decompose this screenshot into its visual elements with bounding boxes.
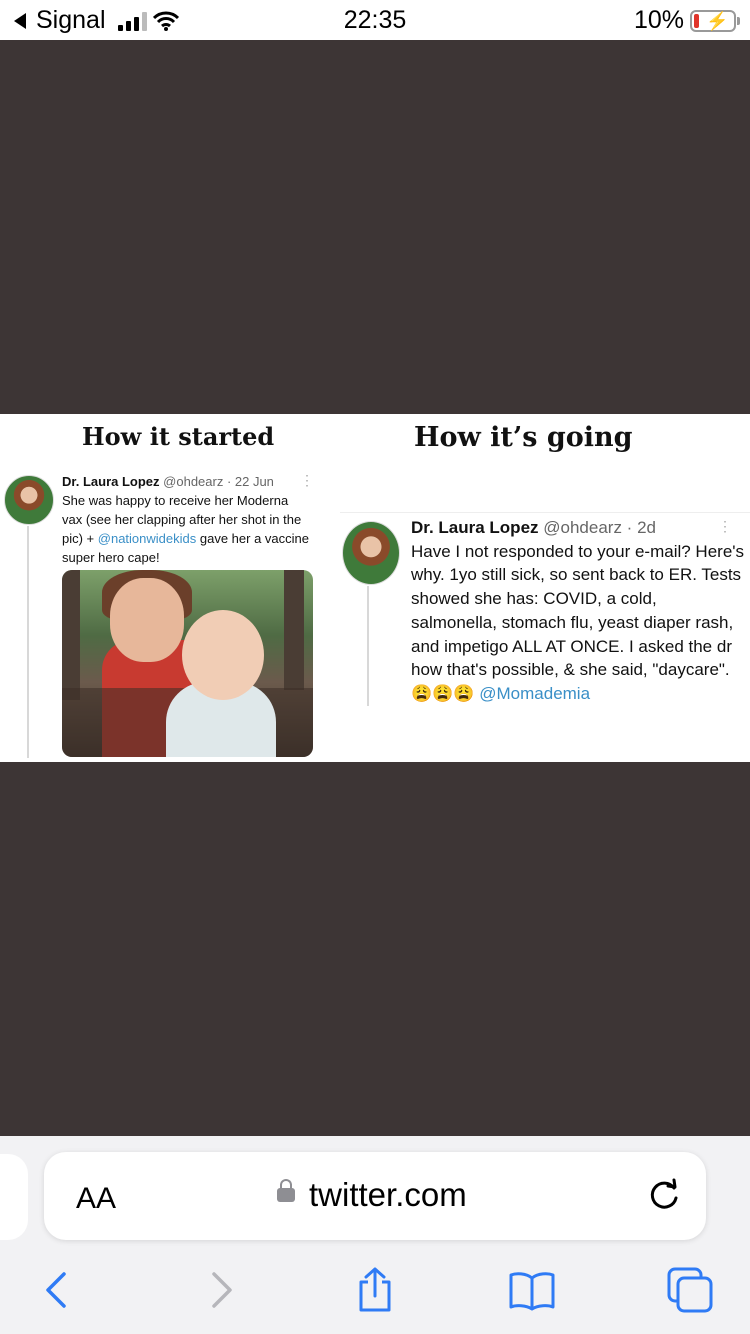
browser-toolbar: AA twitter.com <box>0 1136 750 1334</box>
left-tweet: Dr. Laura Lopez @ohdearz · 22 Jun She wa… <box>62 472 312 567</box>
meme-image[interactable]: How it started How it’s going Dr. Laura … <box>0 414 750 762</box>
lock-icon <box>277 1179 295 1202</box>
more-icon: ⋮ <box>718 518 732 534</box>
thread-line <box>367 586 369 706</box>
status-bar: Signal 22:35 10% ⚡ <box>0 0 750 40</box>
avatar <box>4 475 54 525</box>
more-icon: ⋮ <box>300 472 314 488</box>
thread-line <box>27 526 29 758</box>
tweet-text: She was happy to receive her Moderna vax… <box>62 493 309 565</box>
tweet-text: Have I not responded to your e-mail? Her… <box>411 541 745 703</box>
tweet-author-name: Dr. Laura Lopez <box>62 474 160 489</box>
forward-icon[interactable] <box>196 1266 244 1314</box>
emoji-group: 😩😩😩 <box>411 683 475 703</box>
reload-icon[interactable] <box>644 1174 684 1214</box>
address-bar[interactable]: AA twitter.com <box>44 1152 706 1240</box>
battery-percent: 10% <box>633 6 684 34</box>
bookmarks-icon[interactable] <box>508 1266 556 1314</box>
previous-tab-peek[interactable] <box>0 1154 28 1240</box>
how-its-going-heading: How it’s going <box>414 422 633 453</box>
url-text[interactable]: twitter.com <box>309 1176 467 1214</box>
battery-status: 10% ⚡ <box>633 6 740 35</box>
tweet-meta: @ohdearz · 22 Jun <box>163 474 274 489</box>
tweet-photo <box>62 570 313 757</box>
how-it-started-heading: How it started <box>82 422 275 451</box>
back-icon[interactable] <box>34 1266 82 1314</box>
mention-link: @Momademia <box>479 683 591 703</box>
reader-options-button[interactable]: AA <box>76 1182 116 1216</box>
battery-icon: ⚡ <box>690 9 740 32</box>
right-tweet: Dr. Laura Lopez @ohdearz · 2d Have I not… <box>411 516 746 706</box>
tweet-meta: @ohdearz · 2d <box>543 518 656 537</box>
tabs-icon[interactable] <box>666 1266 714 1314</box>
tweet-author-name: Dr. Laura Lopez <box>411 518 539 537</box>
share-icon[interactable] <box>351 1266 399 1314</box>
avatar <box>342 521 400 585</box>
divider <box>340 512 750 513</box>
mention-link: @nationwidekids <box>97 531 197 546</box>
